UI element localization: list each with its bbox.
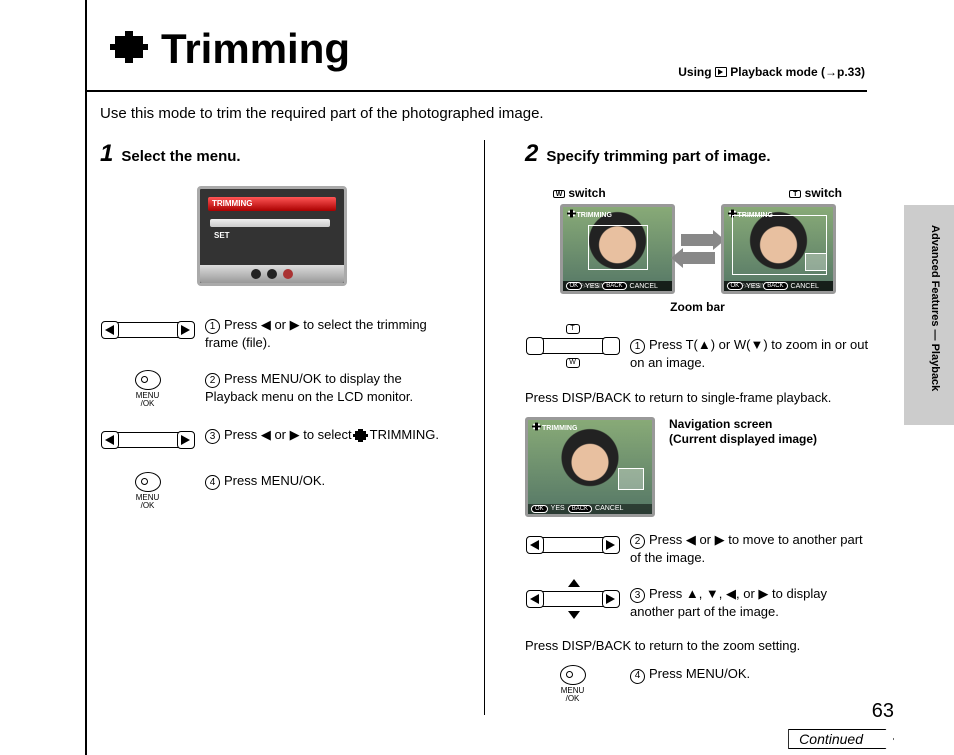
instruction-2-2: 2Press ◀ or ▶ to move to another part of… (525, 531, 870, 567)
bullet-2: 2 (205, 373, 220, 388)
trimming-glyph-icon (355, 431, 366, 440)
arrow-right-icon (681, 234, 715, 246)
navpad-lr-icon (103, 316, 193, 344)
instruction-1-3: 3Press ◀ or ▶ to select TRIMMING. (100, 426, 444, 454)
page-title: Trimming (161, 25, 350, 73)
bullet-4: 4 (205, 475, 220, 490)
instruction-2-1: TW 1Press T(▲) or W(▼) to zoom in or out… (525, 324, 870, 372)
navpad-lr-icon (528, 531, 618, 559)
zoom-comparison: TRIMMING ◀▶PANNING OKYES BACKCANCEL (525, 204, 870, 294)
instruction-1-4: MENU /OK 4Press MENU/OK. (100, 472, 444, 510)
side-tab: Advanced Features — Playback (904, 205, 954, 425)
side-tab-label: Advanced Features — Playback (929, 225, 941, 391)
photo-wide: TRIMMING ◀▶PANNING OKYES BACKCANCEL (560, 204, 675, 294)
continued-badge: Continued (788, 729, 894, 749)
lcd-highlight-bar (210, 219, 330, 227)
page: Trimming Using Playback mode (→p.33) Use… (85, 0, 935, 755)
step-2-column: 2 Specify trimming part of image. W W sw… (485, 140, 870, 715)
switch-labels: W W switchswitch T switch (525, 186, 870, 204)
subtitle: Use this mode to trim the required part … (100, 105, 544, 122)
title-row: Trimming (107, 25, 350, 73)
zoom-bar-label: Zoom bar (525, 300, 870, 314)
navigation-screen-label: Navigation screen (Current displayed ima… (669, 417, 817, 448)
page-number: 63 (872, 700, 894, 723)
arrow-left-icon (681, 252, 715, 264)
disp-back-note-2: Press DISP/BACK to return to the zoom se… (525, 638, 870, 653)
instruction-2-3: 3Press ▲, ▼, ◀, or ▶ to display another … (525, 585, 870, 621)
bullet-1: 1 (205, 319, 220, 334)
t-icon: T (789, 190, 801, 198)
lcd-set-label: SET (214, 231, 230, 240)
bullet-2: 2 (630, 534, 645, 549)
step-1-heading: 1 Select the menu. (100, 140, 444, 168)
instruction-1-1: 1Press ◀ or ▶ to select the trimming fra… (100, 316, 444, 352)
lcd-footer (200, 265, 344, 283)
instruction-1-2: MENU /OK 2Press MENU/OK to display the P… (100, 370, 444, 408)
zoom-pad-icon: TW (528, 324, 618, 368)
using-playback-mode: Using Playback mode (→p.33) (678, 65, 865, 79)
zoom-arrows (681, 234, 715, 264)
instruction-2-4: MENU /OK 4Press MENU/OK. (525, 665, 870, 703)
step-1-column: 1 Select the menu. TRIMMING SET 1Press ◀… (100, 140, 485, 715)
lcd-banner: TRIMMING (208, 197, 336, 211)
bullet-1: 1 (630, 339, 645, 354)
bullet-3: 3 (205, 429, 220, 444)
step-2-heading: 2 Specify trimming part of image. (525, 140, 870, 168)
bullet-4: 4 (630, 669, 645, 684)
menu-ok-icon: MENU /OK (125, 472, 171, 510)
photo-navscreen: TRIMMING OKYES BACKCANCEL (525, 417, 655, 517)
navpad-4way-icon (528, 585, 618, 613)
navpad-lr-icon (103, 426, 193, 454)
photo-tele: TRIMMING ◀▶PANNING OKYES BACKCANCEL (721, 204, 836, 294)
disp-back-note-1: Press DISP/BACK to return to single-fram… (525, 390, 870, 405)
menu-ok-icon: MENU /OK (550, 665, 596, 703)
navigation-screen-row: TRIMMING OKYES BACKCANCEL Navigation scr… (525, 417, 870, 517)
bullet-3: 3 (630, 588, 645, 603)
playback-icon (715, 67, 727, 77)
lcd-screen-menu: TRIMMING SET (197, 186, 347, 286)
menu-ok-icon: MENU /OK (125, 370, 171, 408)
trimming-icon (107, 28, 151, 71)
header-separator (87, 90, 867, 92)
w-icon: W (553, 190, 565, 198)
